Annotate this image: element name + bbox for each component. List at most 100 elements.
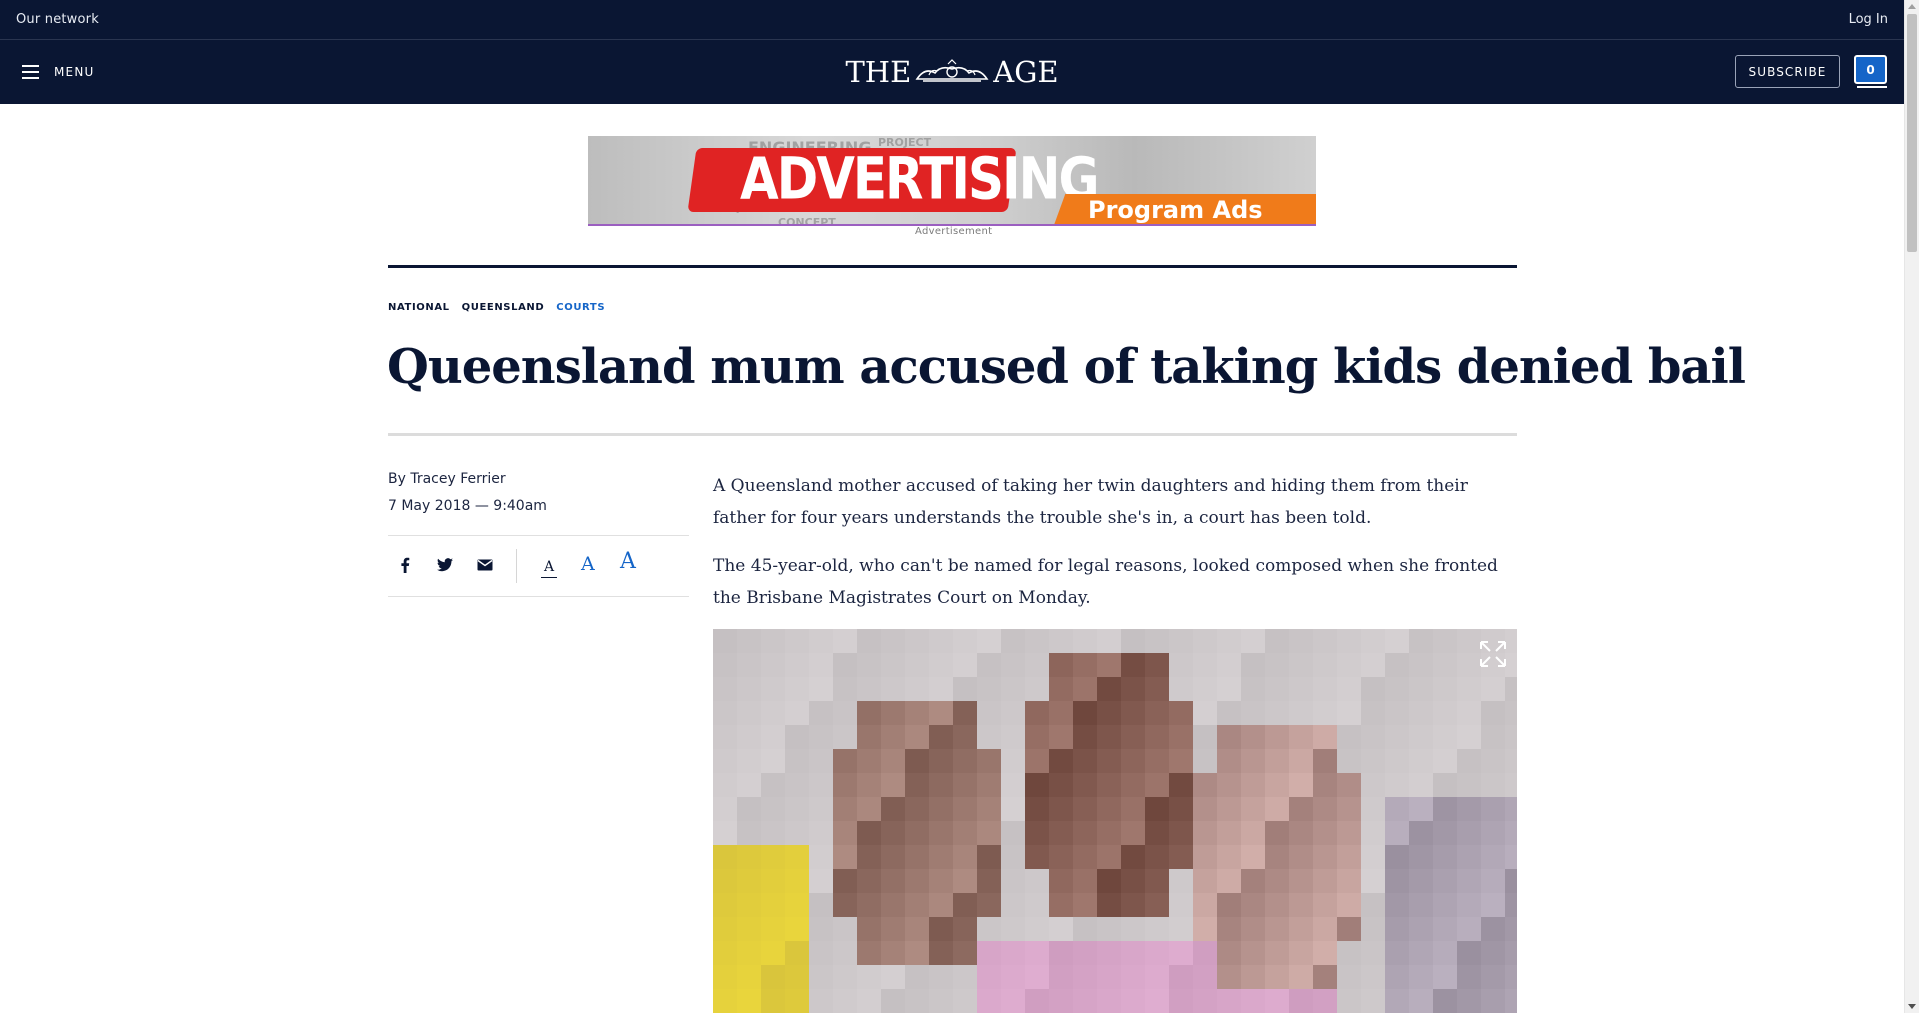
photo-pixel bbox=[809, 773, 833, 797]
photo-pixel bbox=[1025, 989, 1049, 1013]
photo-pixel bbox=[1097, 773, 1121, 797]
twitter-icon[interactable] bbox=[435, 555, 455, 575]
photo-pixel bbox=[1193, 989, 1217, 1013]
photo-pixel bbox=[833, 869, 857, 893]
photo-pixel bbox=[1145, 869, 1169, 893]
photo-pixel bbox=[1337, 653, 1361, 677]
article-photo[interactable] bbox=[713, 629, 1517, 1013]
photo-pixel bbox=[1289, 725, 1313, 749]
page-scrollbar[interactable] bbox=[1904, 0, 1919, 1013]
photo-pixel bbox=[737, 869, 761, 893]
photo-pixel bbox=[1505, 749, 1517, 773]
photo-pixel bbox=[1265, 893, 1289, 917]
article-headline: Queensland mum accused of taking kids de… bbox=[387, 339, 1746, 395]
photo-pixel bbox=[785, 869, 809, 893]
photo-pixel bbox=[1025, 749, 1049, 773]
photo-pixel bbox=[1025, 797, 1049, 821]
photo-pixel bbox=[1313, 629, 1337, 653]
breadcrumb-queensland[interactable]: QUEENSLAND bbox=[462, 302, 545, 313]
photo-pixel bbox=[1385, 965, 1409, 989]
photo-pixel bbox=[1217, 701, 1241, 725]
photo-pixel bbox=[1505, 893, 1517, 917]
photo-pixel bbox=[1001, 725, 1025, 749]
site-logo[interactable]: THE AGE bbox=[836, 54, 1068, 90]
email-icon[interactable] bbox=[475, 555, 495, 575]
photo-pixel bbox=[713, 749, 737, 773]
font-size-small-button[interactable]: A bbox=[541, 559, 558, 578]
photo-pixel bbox=[929, 989, 953, 1013]
breadcrumb-courts[interactable]: COURTS bbox=[556, 302, 605, 313]
scroll-down-icon[interactable] bbox=[1908, 1004, 1916, 1009]
photo-pixel bbox=[1289, 965, 1313, 989]
photo-pixel bbox=[833, 677, 857, 701]
advertisement-banner[interactable]: ENGINEERING PROJECT CONCEPT PROJECT ADVE… bbox=[588, 136, 1316, 226]
photo-pixel bbox=[1361, 629, 1385, 653]
photo-pixel bbox=[1385, 629, 1409, 653]
photo-pixel bbox=[1217, 653, 1241, 677]
photo-pixel bbox=[1361, 701, 1385, 725]
photo-pixel bbox=[1457, 677, 1481, 701]
breadcrumb-national[interactable]: NATIONAL bbox=[388, 302, 450, 313]
photo-pixel bbox=[1097, 845, 1121, 869]
scroll-thumb[interactable] bbox=[1907, 14, 1917, 252]
photo-pixel bbox=[929, 845, 953, 869]
font-size-medium-button[interactable]: A bbox=[581, 553, 595, 575]
photo-pixel bbox=[1505, 845, 1517, 869]
login-link[interactable]: Log In bbox=[1849, 12, 1888, 27]
photo-pixel bbox=[1313, 845, 1337, 869]
photo-pixel bbox=[1337, 629, 1361, 653]
photo-pixel bbox=[1433, 677, 1457, 701]
photo-pixel bbox=[761, 893, 785, 917]
photo-pixel bbox=[1121, 941, 1145, 965]
photo-pixel bbox=[953, 965, 977, 989]
photo-pixel bbox=[1217, 797, 1241, 821]
photo-pixel bbox=[1121, 869, 1145, 893]
photo-pixel bbox=[809, 677, 833, 701]
photo-pixel bbox=[1097, 677, 1121, 701]
photo-pixel bbox=[1169, 941, 1193, 965]
photo-pixel bbox=[1265, 821, 1289, 845]
photo-pixel bbox=[1457, 917, 1481, 941]
photo-pixel bbox=[1193, 797, 1217, 821]
ad-tagline: Program Ads bbox=[1088, 196, 1263, 224]
photo-pixel bbox=[1457, 701, 1481, 725]
our-network-link[interactable]: Our network bbox=[16, 12, 99, 27]
photo-pixel bbox=[1121, 797, 1145, 821]
photo-pixel bbox=[833, 821, 857, 845]
photo-pixel bbox=[977, 653, 1001, 677]
photo-pixel bbox=[713, 677, 737, 701]
photo-pixel bbox=[785, 821, 809, 845]
photo-pixel bbox=[1289, 797, 1313, 821]
photo-pixel bbox=[857, 869, 881, 893]
photo-pixel bbox=[929, 797, 953, 821]
photo-pixel bbox=[1265, 797, 1289, 821]
photo-pixel bbox=[953, 797, 977, 821]
photo-pixel bbox=[1481, 941, 1505, 965]
facebook-icon[interactable] bbox=[395, 555, 415, 575]
photo-pixel bbox=[1217, 629, 1241, 653]
photo-pixel bbox=[1457, 773, 1481, 797]
photo-pixel bbox=[761, 845, 785, 869]
photo-pixel bbox=[1121, 677, 1145, 701]
notification-count: 0 bbox=[1854, 55, 1887, 84]
photo-pixel bbox=[1193, 821, 1217, 845]
scroll-up-icon[interactable] bbox=[1908, 4, 1916, 9]
photo-pixel bbox=[1481, 845, 1505, 869]
photo-pixel bbox=[977, 965, 1001, 989]
expand-icon[interactable] bbox=[1478, 639, 1508, 669]
photo-pixel bbox=[1289, 917, 1313, 941]
photo-pixel bbox=[857, 845, 881, 869]
photo-pixel bbox=[1409, 629, 1433, 653]
photo-pixel bbox=[1313, 749, 1337, 773]
menu-button[interactable]: MENU bbox=[22, 60, 95, 84]
subscribe-button[interactable]: SUBSCRIBE bbox=[1735, 55, 1840, 88]
notifications-button[interactable]: 0 bbox=[1854, 55, 1888, 88]
photo-pixel bbox=[833, 845, 857, 869]
photo-pixel bbox=[953, 725, 977, 749]
font-size-large-button[interactable]: A bbox=[620, 549, 636, 574]
photo-pixel bbox=[809, 941, 833, 965]
photo-pixel bbox=[1505, 965, 1517, 989]
photo-pixel bbox=[761, 941, 785, 965]
photo-pixel bbox=[713, 845, 737, 869]
photo-pixel bbox=[1241, 821, 1265, 845]
